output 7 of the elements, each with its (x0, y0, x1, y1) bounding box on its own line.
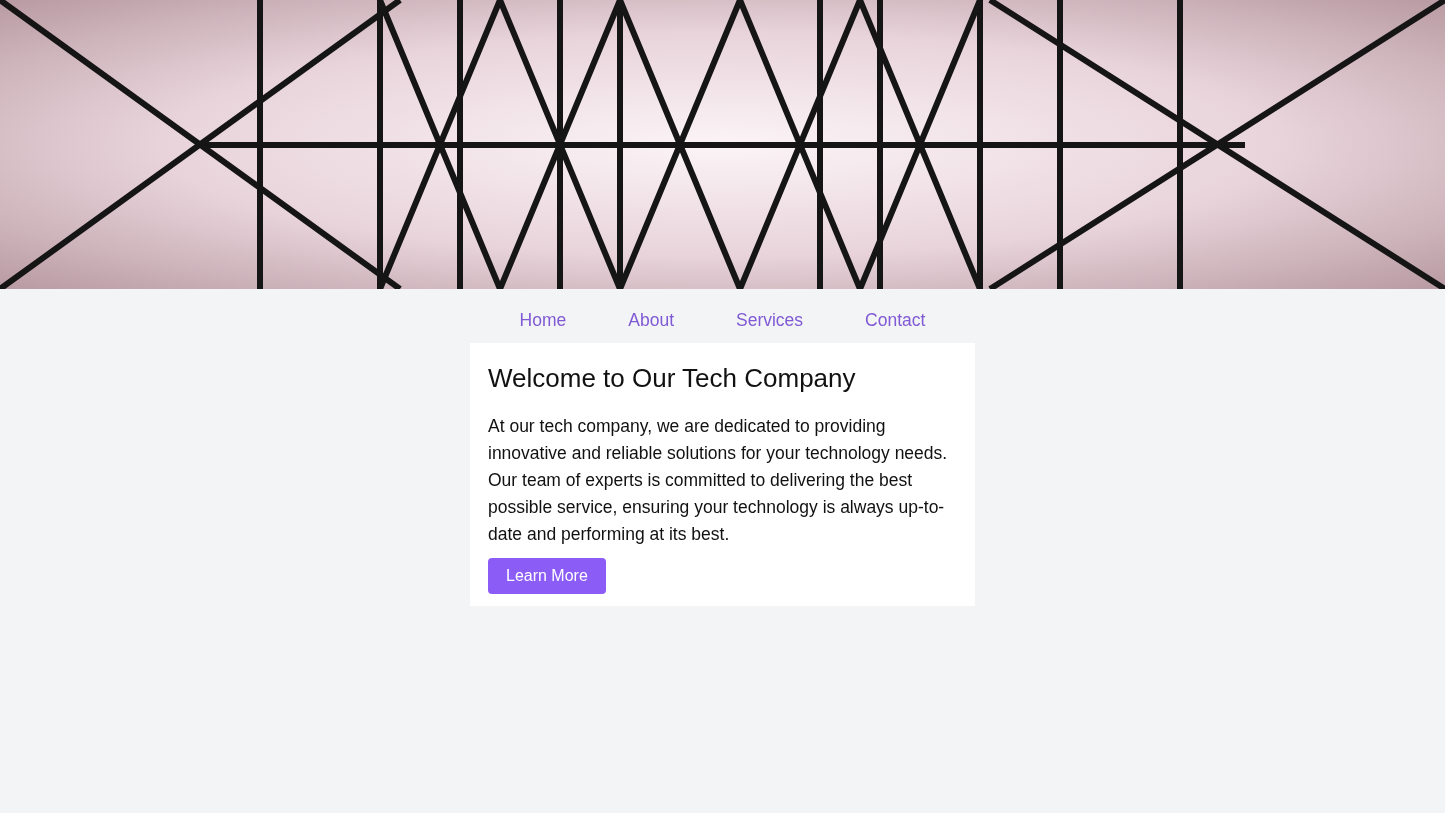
nav-link[interactable]: Contact (865, 309, 926, 331)
card-title: Welcome to Our Tech Company (488, 362, 856, 395)
nav-link[interactable]: About (628, 309, 674, 331)
nav-link[interactable]: Services (736, 309, 804, 331)
card-paragraph: At our tech company, we are dedicated to providing innovative and reliable solutions for your technology needs. Our team of experts is committed to delivering the best possible service, ensuring your technology is always up-to-date and performing at its best. (488, 415, 949, 546)
nav-link[interactable]: Home (519, 309, 567, 331)
learn-more-button[interactable]: Learn More (488, 558, 606, 594)
